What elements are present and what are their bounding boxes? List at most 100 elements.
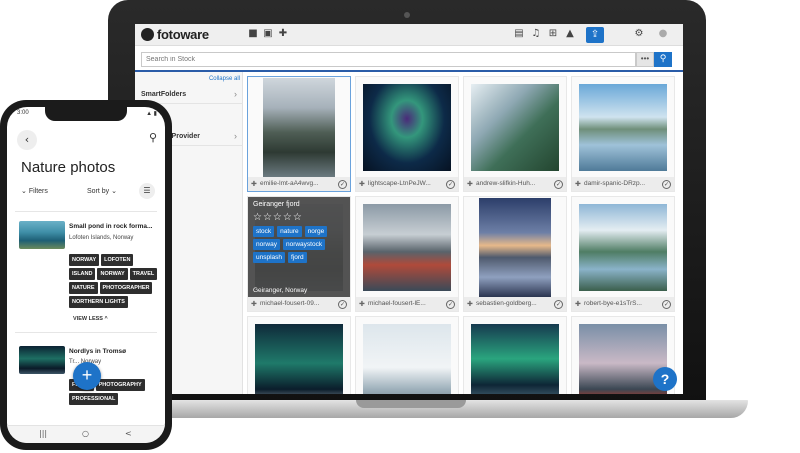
pin-icon[interactable]: ✚ (251, 300, 257, 308)
pin-icon[interactable]: ✚ (575, 180, 581, 188)
asset-thumbnail[interactable] (464, 197, 566, 298)
asset-filename: michael-fousert-lE... (368, 300, 426, 307)
tag[interactable]: norwaystock (282, 239, 326, 250)
tag[interactable]: NORWAY (69, 254, 100, 266)
card-location: Lofoten Islands, Norway (69, 235, 134, 241)
hover-overlay[interactable]: Geiranger fjord ☆☆☆☆☆ stock nature norge norw… (248, 197, 350, 298)
photo (479, 198, 551, 297)
tag[interactable]: fjord (288, 252, 307, 263)
list-view-icon[interactable]: ☰ (139, 183, 155, 199)
asset-tile[interactable]: ✚ emilie-lmt-aA4wvg... ✓ (247, 76, 351, 192)
tag[interactable]: NORWAY (97, 268, 128, 280)
tag[interactable]: norge (304, 226, 328, 237)
status-icons: ▲ ▮ (146, 111, 157, 117)
card-title[interactable]: Nordlys in Tromsø (69, 348, 161, 355)
fotoware-logo-icon (141, 28, 154, 41)
asset-thumbnail[interactable] (248, 317, 350, 394)
recent-apps-icon[interactable]: ||| (39, 429, 47, 438)
asset-thumbnail[interactable] (572, 197, 674, 298)
tag[interactable]: PHOTOGRAPHER (99, 282, 153, 294)
help-button[interactable]: ? (653, 367, 677, 391)
asset-tile[interactable]: ✚ andrew-slifkin-Huh... ✓ (463, 76, 567, 192)
overlay-location: Geiranger, Norway (253, 287, 308, 294)
tag[interactable]: PHOTOGRAPHY (95, 379, 145, 391)
tag[interactable]: NATURE (69, 282, 98, 294)
pin-icon[interactable]: ✚ (251, 180, 257, 188)
asset-thumbnail[interactable] (356, 317, 458, 394)
select-check-icon[interactable]: ✓ (662, 300, 671, 309)
select-check-icon[interactable]: ✓ (446, 300, 455, 309)
add-button[interactable]: + (73, 362, 101, 390)
gear-icon[interactable]: ⚙ (633, 28, 645, 40)
select-check-icon[interactable]: ✓ (662, 180, 671, 189)
upload-icon[interactable]: ⇪ (586, 27, 604, 43)
briefcase-icon[interactable]: ▣ (262, 28, 274, 40)
user-icon[interactable]: ● (657, 28, 669, 40)
asset-thumbnail[interactable] (356, 77, 458, 178)
asset-caption: ✚ damir-spanic-DRzp... ✓ (572, 177, 674, 191)
card-thumbnail[interactable] (19, 221, 65, 249)
tag[interactable]: norway (253, 239, 280, 250)
tag[interactable]: NORTHERN LIGHTS (69, 296, 128, 308)
asset-tile[interactable] (463, 316, 567, 394)
asset-caption: ✚ robert-bye-e1sTrS... ✓ (572, 297, 674, 311)
tag[interactable]: LOFOTEN (101, 254, 134, 266)
search-options-button[interactable]: ••• (636, 52, 654, 67)
bell-icon[interactable]: ♫ (530, 28, 542, 40)
asset-tile[interactable]: ✚ damir-spanic-DRzp... ✓ (571, 76, 675, 192)
collapse-all-link[interactable]: Collapse all (209, 76, 240, 82)
home-icon[interactable]: ○ (82, 429, 89, 438)
graduation-cap-icon[interactable]: ▲ (564, 28, 576, 40)
asset-tile[interactable]: ✚ sebastien-goldberg... ✓ (463, 196, 567, 312)
tag[interactable]: PROFESSIONAL (69, 393, 119, 405)
asset-tile[interactable] (247, 316, 351, 394)
select-check-icon[interactable]: ✓ (554, 300, 563, 309)
back-button[interactable]: ‹ (17, 130, 37, 150)
sort-by-button[interactable]: Sort by ⌄ (87, 187, 117, 195)
asset-thumbnail[interactable] (572, 77, 674, 178)
book-icon[interactable]: ▤ (513, 28, 525, 40)
search-icon[interactable]: ⚲ (149, 131, 157, 144)
card-thumbnail[interactable] (19, 346, 65, 374)
pin-icon[interactable]: ✚ (277, 28, 289, 40)
pin-icon[interactable]: ✚ (359, 180, 365, 188)
select-check-icon[interactable]: ✓ (554, 180, 563, 189)
pin-icon[interactable]: ✚ (467, 180, 473, 188)
asset-caption: ✚ lightscape-LtnPeJW... ✓ (356, 177, 458, 191)
pin-icon[interactable]: ✚ (359, 300, 365, 308)
asset-tile[interactable]: ✚ robert-bye-e1sTrS... ✓ (571, 196, 675, 312)
asset-tile[interactable]: ✚ michael-fousert-lE... ✓ (355, 196, 459, 312)
asset-thumbnail[interactable] (464, 317, 566, 394)
asset-thumbnail[interactable] (248, 77, 350, 178)
filters-button[interactable]: ⌄ Filters (21, 187, 48, 195)
select-check-icon[interactable]: ✓ (446, 180, 455, 189)
asset-thumbnail[interactable] (356, 197, 458, 298)
chevron-right-icon: › (234, 89, 237, 99)
asset-tile[interactable]: Geiranger fjord ☆☆☆☆☆ stock nature norge norw… (247, 196, 351, 312)
folder-icon[interactable]: ■ (247, 28, 259, 40)
tag[interactable]: TRAVEL (129, 268, 158, 280)
android-nav-bar: ||| ○ < (7, 425, 165, 443)
search-icon[interactable]: ⚲ (654, 52, 672, 67)
app-logo[interactable]: fotoware (157, 27, 209, 42)
search-input[interactable] (141, 52, 636, 67)
search-bar: ••• ⚲ (135, 52, 683, 68)
tag[interactable]: stock (253, 226, 275, 237)
cart-icon[interactable]: ⊞ (547, 28, 559, 40)
tag-list: stock nature norge norway norwaystock unsplas… (253, 226, 348, 263)
back-nav-icon[interactable]: < (125, 429, 132, 438)
tag[interactable]: nature (277, 226, 302, 237)
select-check-icon[interactable]: ✓ (338, 180, 347, 189)
phone-notch (45, 107, 127, 121)
pin-icon[interactable]: ✚ (467, 300, 473, 308)
star-rating[interactable]: ☆☆☆☆☆ (253, 212, 345, 223)
select-check-icon[interactable]: ✓ (338, 300, 347, 309)
pin-icon[interactable]: ✚ (575, 300, 581, 308)
card-title[interactable]: Small pond in rock forma... (69, 223, 161, 230)
asset-tile[interactable] (355, 316, 459, 394)
tag[interactable]: unsplash (253, 252, 286, 263)
tag[interactable]: ISLAND (69, 268, 96, 280)
asset-thumbnail[interactable] (464, 77, 566, 178)
asset-tile[interactable]: ✚ lightscape-LtnPeJW... ✓ (355, 76, 459, 192)
view-less-button[interactable]: VIEW LESS ^ (73, 316, 108, 322)
